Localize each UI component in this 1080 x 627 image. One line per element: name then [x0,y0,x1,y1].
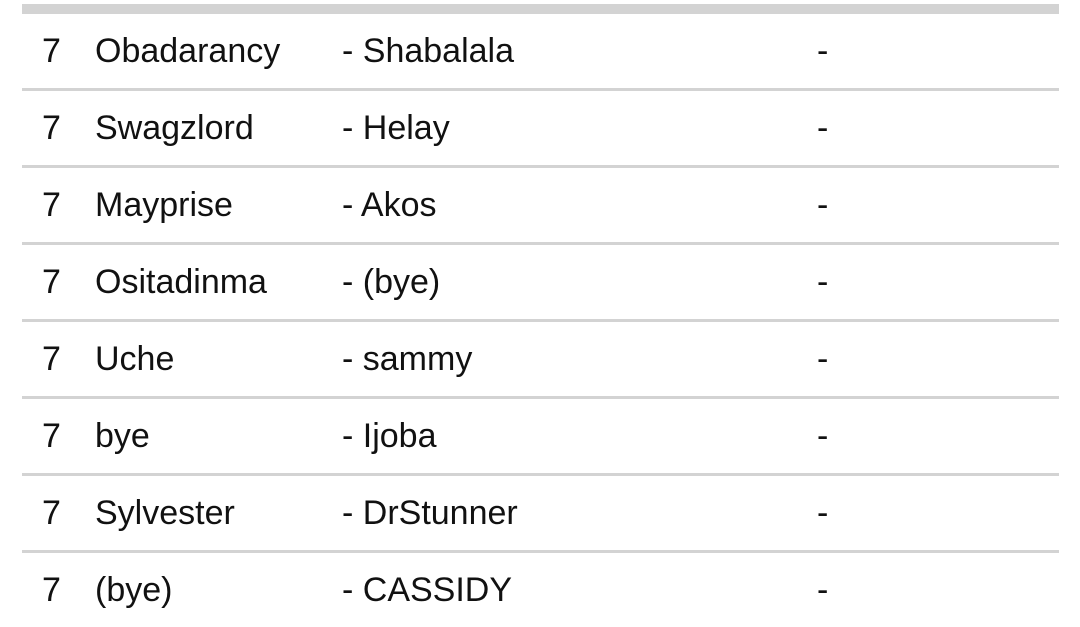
match-score: - [817,494,829,532]
home-player: Ositadinma [95,263,267,301]
away-player: - sammy [342,340,473,378]
table-row[interactable]: 7 bye - Ijoba - [22,399,1059,476]
round-number: 7 [42,32,61,70]
round-number: 7 [42,417,61,455]
away-player: - Shabalala [342,32,515,70]
away-player: - Akos [342,186,437,224]
away-player: - Helay [342,109,450,147]
round-number: 7 [42,340,61,378]
round-number: 7 [42,494,61,532]
round-number: 7 [42,571,61,609]
match-score: - [817,186,829,224]
match-score: - [817,263,829,301]
round-number: 7 [42,186,61,224]
away-player: - (bye) [342,263,441,301]
match-score: - [817,32,829,70]
home-player: (bye) [95,571,173,609]
away-player: - Ijoba [342,417,437,455]
table-top-border [22,4,1059,14]
table-row[interactable]: 7 Ositadinma - (bye) - [22,245,1059,322]
fixtures-table: 7 Obadarancy - Shabalala - 7 Swagzlord -… [22,14,1059,627]
round-number: 7 [42,263,61,301]
match-score: - [817,109,829,147]
table-row[interactable]: 7 Sylvester - DrStunner - [22,476,1059,553]
round-number: 7 [42,109,61,147]
home-player: Uche [95,340,175,378]
home-player: Obadarancy [95,32,281,70]
home-player: Mayprise [95,186,233,224]
table-row[interactable]: 7 (bye) - CASSIDY - [22,553,1059,627]
home-player: bye [95,417,150,455]
home-player: Swagzlord [95,109,254,147]
table-row[interactable]: 7 Obadarancy - Shabalala - [22,14,1059,91]
match-score: - [817,571,829,609]
match-score: - [817,340,829,378]
home-player: Sylvester [95,494,235,532]
match-score: - [817,417,829,455]
table-row[interactable]: 7 Mayprise - Akos - [22,168,1059,245]
table-row[interactable]: 7 Swagzlord - Helay - [22,91,1059,168]
table-row[interactable]: 7 Uche - sammy - [22,322,1059,399]
away-player: - DrStunner [342,494,518,532]
away-player: - CASSIDY [342,571,513,609]
